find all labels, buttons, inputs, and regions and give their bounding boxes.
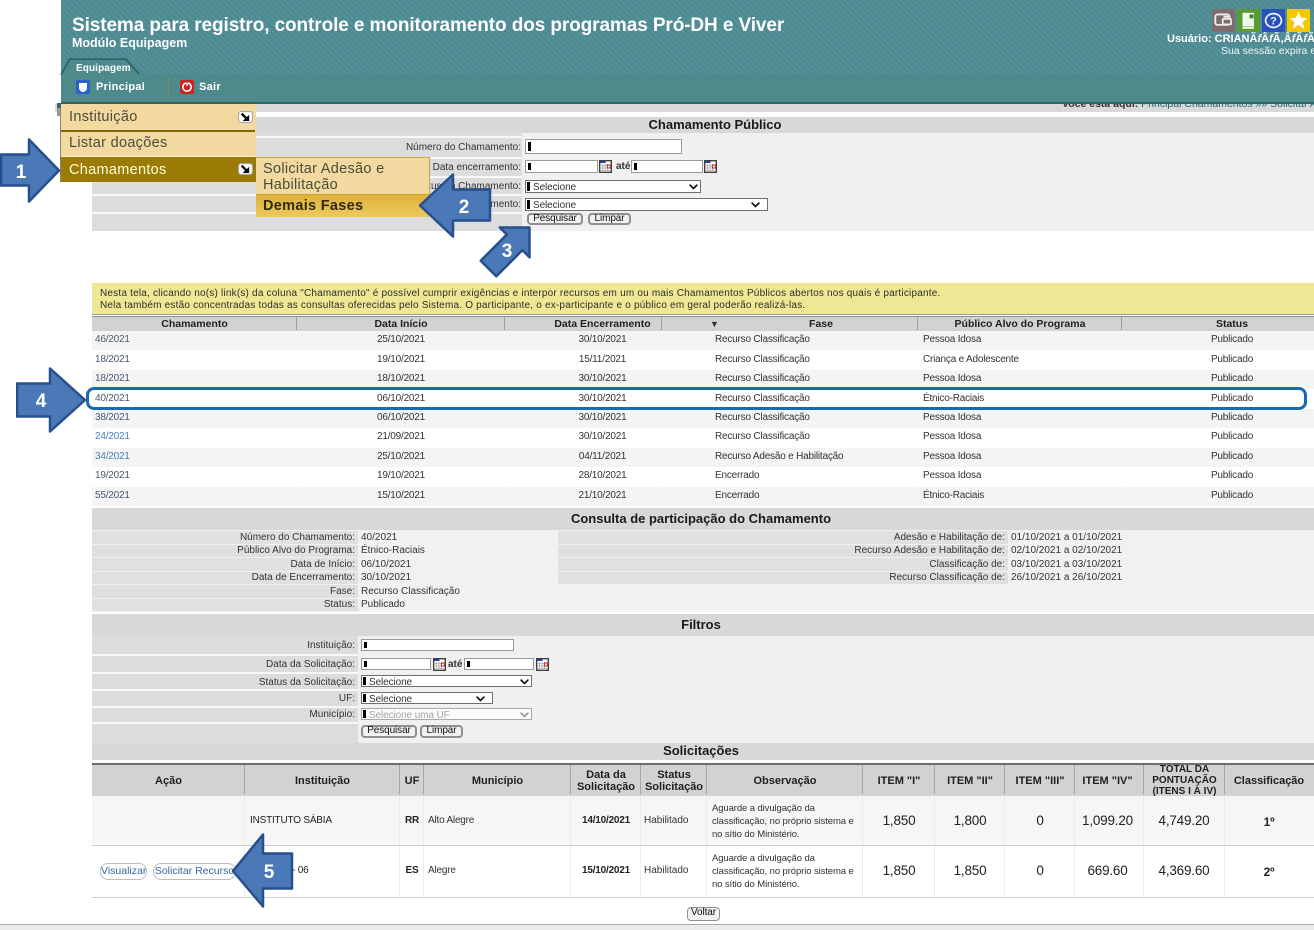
svg-text:5: 5 (264, 862, 275, 883)
svg-text:1: 1 (16, 162, 27, 183)
svg-text:4: 4 (36, 391, 47, 412)
svg-text:2: 2 (459, 197, 470, 218)
svg-text:?: ? (1270, 16, 1277, 28)
svg-text:3: 3 (502, 241, 513, 262)
